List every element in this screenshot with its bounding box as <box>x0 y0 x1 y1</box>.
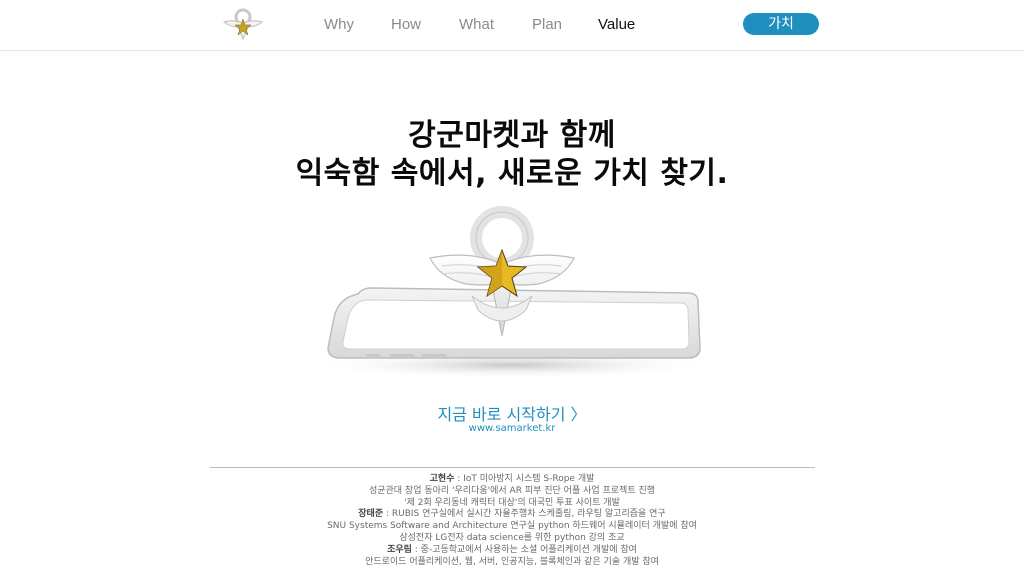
site-url-link[interactable]: www.samarket.kr <box>0 423 1024 434</box>
top-header: Why How What Plan Value 가치 <box>0 0 1024 51</box>
nav-value[interactable]: Value <box>598 16 635 33</box>
nav-what[interactable]: What <box>459 16 494 33</box>
credit-line: 장태준 : RUBIS 연구실에서 실시간 자율주행차 스케줄링, 라우팅 알고… <box>0 509 1024 521</box>
credit-name: 조우림 <box>387 544 412 555</box>
start-now-link[interactable]: 지금 바로 시작하기 〉 <box>0 401 1024 425</box>
nav-how[interactable]: How <box>391 16 421 33</box>
credit-text: : 중-고등학교에서 사용하는 소셜 어플리케이션 개발에 참여 <box>411 544 637 555</box>
credit-line: '제 2회 우리동네 캐릭터 대상'의 대국민 투표 사이트 개발 <box>0 498 1024 510</box>
nav-why[interactable]: Why <box>324 16 354 33</box>
army-emblem-icon[interactable] <box>222 5 264 45</box>
credit-name: 고현수 <box>429 474 455 484</box>
credit-line: 고현수 : IoT 미아방지 시스템 S-Rope 개발 <box>0 474 1024 486</box>
credit-text: 삼성전자 LG전자 data science를 위한 python 강의 조교 <box>399 532 625 543</box>
credit-line: 안드로이드 어플리케이션, 웹, 서버, 인공지능, 블록체인과 같은 기술 개… <box>0 557 1024 569</box>
credit-text: : RUBIS 연구실에서 실시간 자율주행차 스케줄링, 라우팅 알고리즘을 … <box>383 509 666 520</box>
credit-line: 성균관대 창업 동아리 '우리다움'에서 AR 피부 진단 어플 사업 프로젝트… <box>0 486 1024 498</box>
credit-line: SNU Systems Software and Architecture 연구… <box>0 521 1024 533</box>
phone-emblem-illustration <box>307 206 717 379</box>
credit-text: 성균관대 창업 동아리 '우리다움'에서 AR 피부 진단 어플 사업 프로젝트… <box>368 485 656 496</box>
credit-name: 장태준 <box>358 509 384 520</box>
divider <box>210 467 815 468</box>
nav-plan[interactable]: Plan <box>532 16 562 33</box>
value-button[interactable]: 가치 <box>743 13 819 35</box>
credit-text: SNU Systems Software and Architecture 연구… <box>327 521 697 532</box>
credit-text: : IoT 미아방지 시스템 S-Rope 개발 <box>454 474 595 484</box>
team-credits: 고현수 : IoT 미아방지 시스템 S-Rope 개발 성균관대 창업 동아리… <box>0 474 1024 568</box>
credit-line: 삼성전자 LG전자 data science를 위한 python 강의 조교 <box>0 533 1024 545</box>
hero-title-line2: 익숙함 속에서, 새로운 가치 찾기. <box>295 156 729 191</box>
credit-text: '제 2회 우리동네 캐릭터 대상'의 대국민 투표 사이트 개발 <box>404 497 620 508</box>
credit-line: 조우림 : 중-고등학교에서 사용하는 소셜 어플리케이션 개발에 참여 <box>0 545 1024 557</box>
credit-text: 안드로이드 어플리케이션, 웹, 서버, 인공지능, 블록체인과 같은 기술 개… <box>365 556 659 567</box>
